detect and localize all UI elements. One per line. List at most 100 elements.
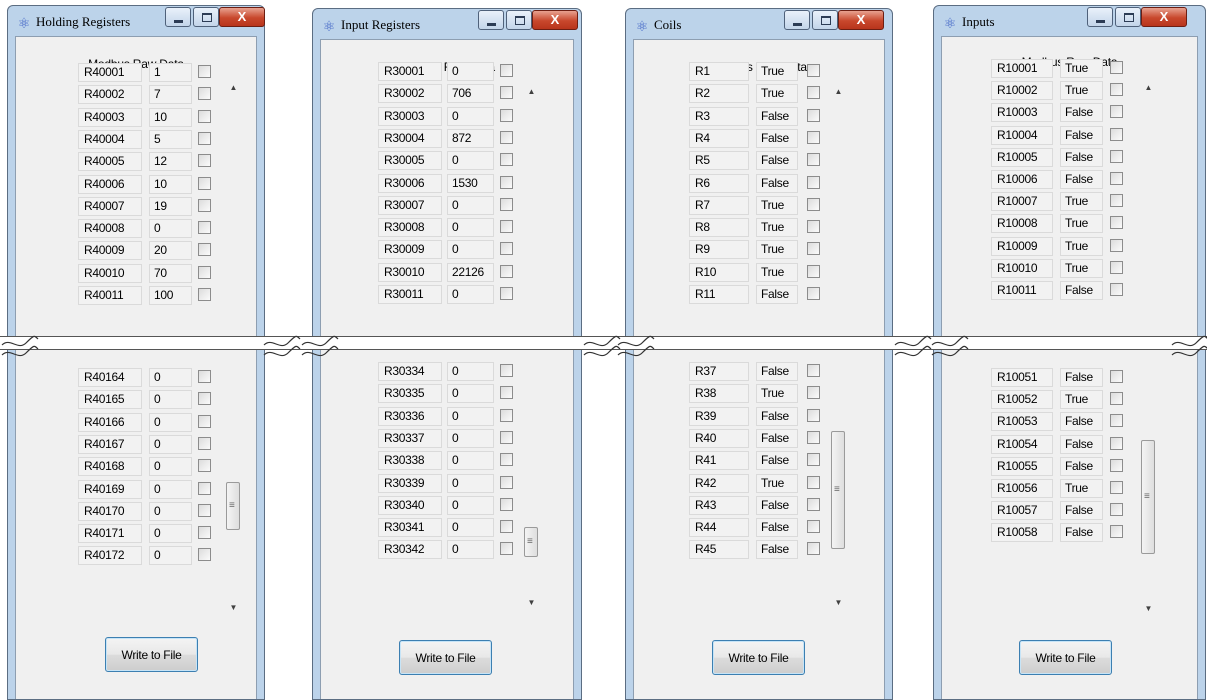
- write-checkbox[interactable]: [500, 364, 513, 377]
- write-checkbox[interactable]: [1110, 481, 1123, 494]
- write-checkbox[interactable]: [1110, 172, 1123, 185]
- write-checkbox[interactable]: [500, 431, 513, 444]
- vertical-scrollbar[interactable]: ▼: [1140, 371, 1157, 616]
- write-checkbox[interactable]: [500, 386, 513, 399]
- arrow-up-icon[interactable]: ▲: [225, 81, 242, 95]
- write-checkbox[interactable]: [1110, 216, 1123, 229]
- register-value[interactable]: 0: [149, 524, 192, 543]
- register-value[interactable]: False: [756, 518, 798, 537]
- register-value[interactable]: False: [756, 129, 798, 148]
- write-checkbox[interactable]: [1110, 105, 1123, 118]
- write-checkbox[interactable]: [198, 87, 211, 100]
- vertical-scrollbar[interactable]: ▲: [225, 81, 242, 336]
- register-value[interactable]: False: [1060, 412, 1103, 431]
- write-checkbox[interactable]: [500, 542, 513, 555]
- arrow-down-icon[interactable]: ▼: [523, 596, 540, 610]
- register-value[interactable]: False: [1060, 103, 1103, 122]
- write-checkbox[interactable]: [807, 131, 820, 144]
- scrollbar-thumb[interactable]: [524, 527, 538, 557]
- register-value[interactable]: 0: [447, 451, 494, 470]
- register-value[interactable]: 0: [149, 480, 192, 499]
- vertical-scrollbar[interactable]: ▼: [225, 367, 242, 615]
- write-checkbox[interactable]: [807, 287, 820, 300]
- write-to-file-button[interactable]: Write to File: [105, 637, 198, 672]
- register-value[interactable]: 0: [447, 518, 494, 537]
- register-value[interactable]: False: [1060, 457, 1103, 476]
- register-value[interactable]: 0: [447, 474, 494, 493]
- register-value[interactable]: 7: [149, 85, 192, 104]
- write-checkbox[interactable]: [807, 386, 820, 399]
- write-checkbox[interactable]: [807, 86, 820, 99]
- write-checkbox[interactable]: [500, 520, 513, 533]
- write-checkbox[interactable]: [198, 437, 211, 450]
- write-checkbox[interactable]: [500, 86, 513, 99]
- write-checkbox[interactable]: [500, 109, 513, 122]
- write-checkbox[interactable]: [807, 453, 820, 466]
- write-checkbox[interactable]: [1110, 392, 1123, 405]
- register-value[interactable]: False: [756, 407, 798, 426]
- write-checkbox[interactable]: [1110, 261, 1123, 274]
- register-value[interactable]: 1: [149, 63, 192, 82]
- register-value[interactable]: False: [1060, 501, 1103, 520]
- write-checkbox[interactable]: [198, 415, 211, 428]
- register-value[interactable]: False: [756, 107, 798, 126]
- write-to-file-button[interactable]: Write to File: [1019, 640, 1112, 675]
- write-checkbox[interactable]: [198, 132, 211, 145]
- register-value[interactable]: 10: [149, 108, 192, 127]
- register-value[interactable]: False: [1060, 148, 1103, 167]
- close-button[interactable]: X: [219, 7, 265, 27]
- arrow-down-icon[interactable]: ▼: [225, 601, 242, 615]
- register-value[interactable]: 19: [149, 197, 192, 216]
- register-value[interactable]: 0: [447, 107, 494, 126]
- register-value[interactable]: 0: [447, 540, 494, 559]
- write-checkbox[interactable]: [198, 504, 211, 517]
- write-checkbox[interactable]: [807, 364, 820, 377]
- register-value[interactable]: 0: [149, 219, 192, 238]
- vertical-scrollbar[interactable]: ▲: [830, 85, 847, 340]
- write-checkbox[interactable]: [500, 453, 513, 466]
- title-bar[interactable]: ⚛ Holding Registers X: [8, 6, 265, 36]
- write-checkbox[interactable]: [500, 498, 513, 511]
- write-checkbox[interactable]: [807, 542, 820, 555]
- write-checkbox[interactable]: [500, 242, 513, 255]
- register-value[interactable]: 20: [149, 241, 192, 260]
- vertical-scrollbar[interactable]: ▲: [523, 85, 540, 340]
- register-value[interactable]: 0: [447, 407, 494, 426]
- arrow-down-icon[interactable]: ▼: [830, 596, 847, 610]
- write-checkbox[interactable]: [807, 109, 820, 122]
- register-value[interactable]: False: [756, 174, 798, 193]
- arrow-up-icon[interactable]: ▲: [1140, 81, 1157, 95]
- write-checkbox[interactable]: [807, 198, 820, 211]
- register-value[interactable]: False: [756, 540, 798, 559]
- write-checkbox[interactable]: [1110, 239, 1123, 252]
- register-value[interactable]: 0: [447, 240, 494, 259]
- write-checkbox[interactable]: [807, 265, 820, 278]
- write-checkbox[interactable]: [807, 220, 820, 233]
- scrollbar-thumb[interactable]: [831, 431, 845, 549]
- register-value[interactable]: True: [756, 384, 798, 403]
- register-value[interactable]: 0: [149, 390, 192, 409]
- register-value[interactable]: 0: [447, 218, 494, 237]
- write-checkbox[interactable]: [198, 482, 211, 495]
- minimize-button[interactable]: [165, 7, 191, 27]
- register-value[interactable]: True: [1060, 81, 1103, 100]
- register-value[interactable]: 1530: [447, 174, 494, 193]
- register-value[interactable]: 0: [447, 151, 494, 170]
- register-value[interactable]: 0: [447, 429, 494, 448]
- write-checkbox[interactable]: [500, 220, 513, 233]
- write-checkbox[interactable]: [198, 288, 211, 301]
- write-checkbox[interactable]: [807, 242, 820, 255]
- register-value[interactable]: False: [756, 362, 798, 381]
- scrollbar-thumb[interactable]: [1141, 440, 1155, 554]
- write-checkbox[interactable]: [1110, 459, 1123, 472]
- write-checkbox[interactable]: [1110, 150, 1123, 163]
- register-value[interactable]: False: [756, 496, 798, 515]
- write-checkbox[interactable]: [807, 498, 820, 511]
- register-value[interactable]: False: [756, 429, 798, 448]
- arrow-up-icon[interactable]: ▲: [523, 85, 540, 99]
- register-value[interactable]: True: [756, 196, 798, 215]
- write-checkbox[interactable]: [500, 176, 513, 189]
- register-value[interactable]: 0: [447, 62, 494, 81]
- write-checkbox[interactable]: [198, 370, 211, 383]
- register-value[interactable]: 0: [447, 285, 494, 304]
